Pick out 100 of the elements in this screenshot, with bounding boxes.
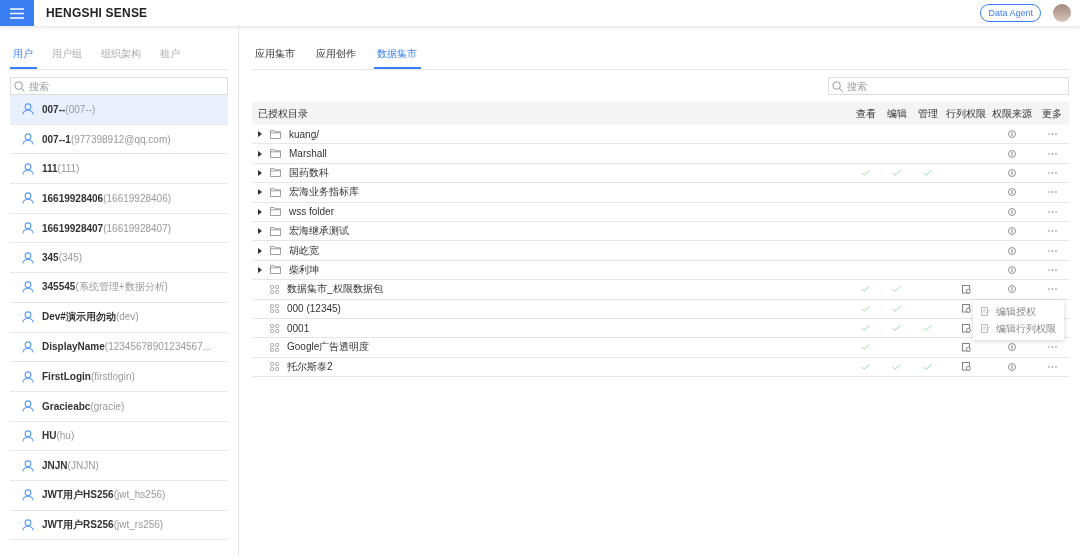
more-icon[interactable] [1047, 191, 1057, 194]
tab[interactable]: 数据集市 [374, 47, 421, 69]
tab[interactable]: 应用创作 [313, 47, 360, 69]
expand-caret-icon[interactable] [258, 266, 262, 273]
expand-caret-icon[interactable] [258, 228, 262, 235]
folder-icon [270, 207, 281, 217]
user-icon [22, 518, 34, 531]
expand-caret-icon[interactable] [258, 189, 262, 196]
user-icon [22, 222, 34, 235]
user-icon [22, 489, 34, 502]
table-cell: 0001 [287, 322, 310, 334]
info-icon[interactable] [1008, 188, 1016, 197]
info-icon[interactable] [1008, 130, 1016, 139]
more-icon[interactable] [1047, 133, 1057, 136]
more-icon[interactable] [1047, 346, 1057, 349]
expand-caret-icon[interactable] [258, 208, 262, 215]
table-cell: 柴利坤 [289, 262, 319, 277]
expand-caret-icon[interactable] [258, 169, 262, 176]
more-icon[interactable] [1047, 268, 1057, 271]
app-title: HENGSHI SENSE [46, 6, 148, 20]
column-header: 更多 [1041, 106, 1063, 121]
user-name: 16619928406(16619928406) [42, 192, 172, 204]
grid-icon [270, 304, 279, 314]
table-cell: 数据集市_权限数据包 [287, 282, 383, 297]
permission-icon[interactable] [961, 362, 971, 372]
user-name: 111(111) [42, 163, 80, 175]
expand-caret-icon[interactable] [258, 131, 262, 138]
more-icon[interactable] [1047, 288, 1057, 291]
more-icon[interactable] [1047, 365, 1057, 368]
table-cell: 000 (12345) [287, 303, 341, 315]
folder-icon [270, 168, 281, 178]
column-header: 查看 [854, 106, 877, 121]
user-item[interactable]: JWT用户RS256(jwt_rs256) [10, 510, 228, 541]
info-icon[interactable] [1008, 227, 1016, 236]
folder-icon [270, 226, 281, 236]
user-item[interactable]: 345(345) [10, 243, 228, 274]
user-item[interactable]: DisplayName(12345678901234567... [10, 332, 228, 363]
avatar[interactable] [1053, 4, 1071, 22]
user-item[interactable]: 16619928407(16619928407) [10, 213, 228, 244]
user-icon [22, 340, 34, 353]
user-name: 345545(系统管理+数据分析) [42, 280, 168, 295]
more-icon[interactable] [1047, 230, 1057, 233]
grid-icon [270, 284, 279, 294]
user-item[interactable]: 345545(系统管理+数据分析) [10, 273, 228, 303]
table-cell: 宏海继承测试 [289, 224, 349, 239]
tab[interactable]: 应用集市 [252, 47, 299, 69]
grid-icon [270, 362, 279, 372]
permission-icon[interactable] [961, 304, 971, 314]
more-icon[interactable] [1047, 152, 1057, 155]
user-item[interactable]: HU(hu) [10, 421, 228, 452]
user-name: FirstLogin(firstlogin) [42, 371, 135, 383]
info-icon[interactable] [1008, 168, 1016, 177]
search-field[interactable]: 搜索 [10, 77, 228, 95]
user-item[interactable]: JNJN(JNJN) [10, 451, 228, 481]
user-icon [22, 103, 34, 116]
user-item[interactable]: FirstLogin(firstlogin) [10, 362, 228, 392]
user-name: JNJN(JNJN) [42, 460, 99, 472]
user-item[interactable]: Gracieabc(gracie) [10, 391, 228, 422]
user-item[interactable]: Dev#演示用勿动(dev) [10, 302, 228, 333]
expand-caret-icon[interactable] [258, 247, 262, 254]
user-name: 007--(007--) [42, 103, 96, 115]
search-field[interactable]: 搜索 [828, 77, 1069, 95]
permission-icon[interactable] [961, 284, 971, 294]
user-item[interactable]: JWT用户HS256(jwt_hs256) [10, 480, 228, 511]
user-name: 16619928407(16619928407) [42, 222, 172, 234]
column-header: 编辑 [885, 106, 908, 121]
user-icon [22, 133, 34, 146]
user-icon [22, 192, 34, 205]
user-name: HU(hu) [42, 430, 75, 442]
info-icon[interactable] [1008, 149, 1016, 158]
more-icon[interactable] [1047, 171, 1057, 174]
search-icon [832, 81, 843, 92]
user-item[interactable]: 007--1(977398912@qq.com) [10, 124, 228, 155]
permission-icon[interactable] [961, 323, 971, 333]
folder-icon [270, 246, 281, 256]
info-icon[interactable] [1008, 265, 1016, 274]
info-icon[interactable] [1008, 246, 1016, 255]
permission-icon[interactable] [961, 343, 971, 352]
more-icon[interactable] [1047, 210, 1057, 213]
expand-caret-icon[interactable] [258, 150, 262, 157]
menu-button[interactable] [0, 0, 34, 26]
more-icon[interactable] [1047, 249, 1057, 252]
folder-icon [270, 149, 281, 159]
tab[interactable]: 用户 [10, 47, 37, 69]
user-item[interactable]: 111(111) [10, 154, 228, 185]
info-icon[interactable] [1008, 362, 1016, 371]
info-icon[interactable] [1008, 343, 1016, 352]
user-icon [22, 429, 34, 442]
grid-icon [270, 323, 279, 333]
info-icon[interactable] [1008, 207, 1016, 216]
user-item[interactable]: 16619928406(16619928406) [10, 184, 228, 214]
menu-item[interactable]: 编辑授权 [996, 305, 1036, 319]
table-cell: 胡屹宽 [289, 243, 319, 258]
user-icon [22, 370, 34, 383]
data-agent-button[interactable]: Data Agent [980, 4, 1041, 22]
info-icon[interactable] [1008, 285, 1016, 294]
menu-item[interactable]: 编辑行列权限 [996, 322, 1056, 336]
user-item[interactable]: 007--(007--) [10, 95, 228, 125]
column-header: 权限来源 [991, 106, 1033, 121]
search-icon [14, 81, 25, 92]
